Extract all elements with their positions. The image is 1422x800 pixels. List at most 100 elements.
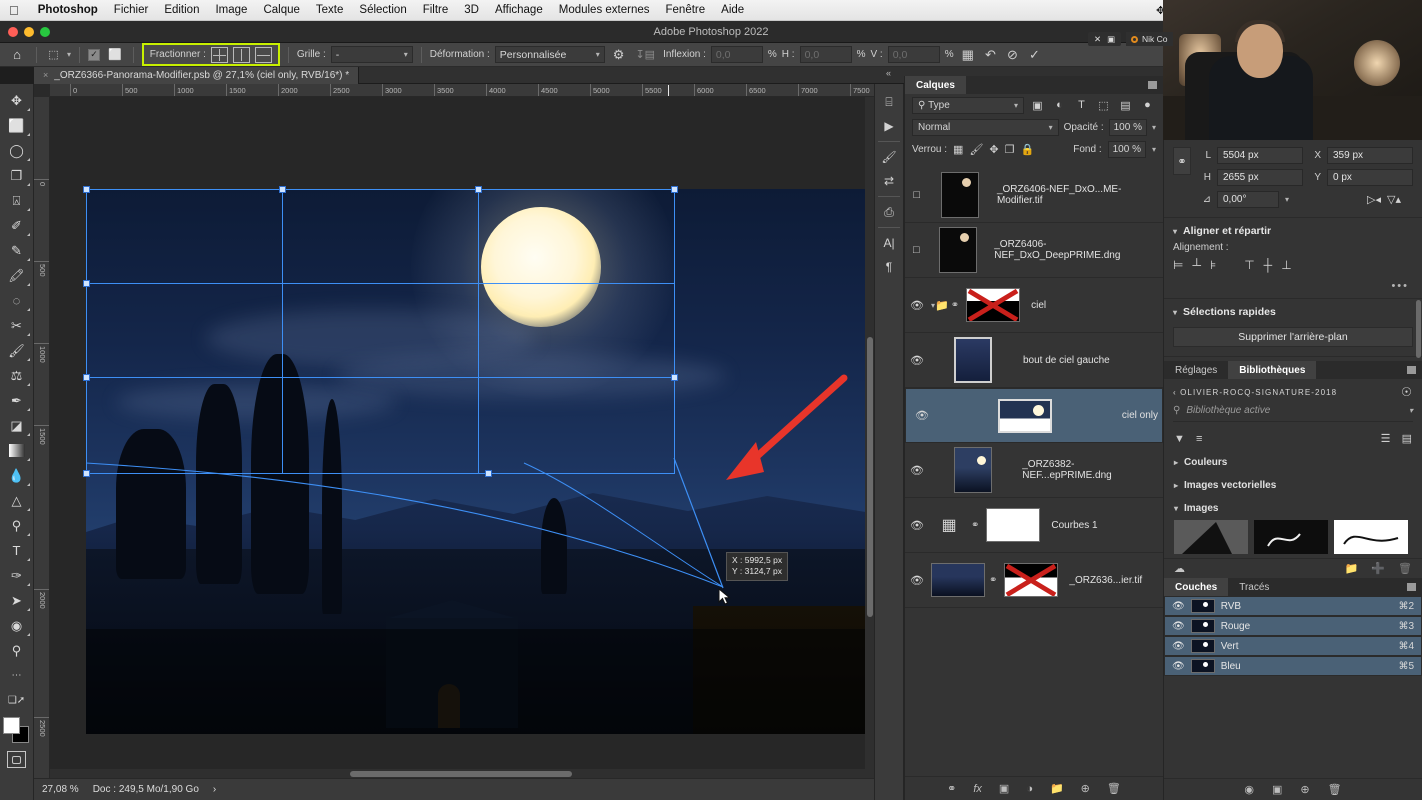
brush-settings-icon[interactable]: 🖌	[876, 145, 902, 169]
panel-menu-icon[interactable]	[1407, 583, 1416, 591]
bend-input[interactable]: 0,0	[710, 46, 763, 63]
layer-thumbnail[interactable]	[928, 172, 991, 218]
table-row[interactable]: 👁 ciel only	[905, 388, 1163, 443]
width-input[interactable]: 5504 px	[1217, 147, 1303, 164]
layer-visibility-toggle[interactable]: 👁	[905, 464, 929, 477]
paragraph-panel-icon[interactable]: ¶	[876, 255, 902, 279]
crop-tool[interactable]: ⍓	[2, 188, 32, 213]
table-row[interactable]: 👁 RVB ⌘2	[1164, 596, 1422, 616]
save-selection-as-channel-icon[interactable]: ▣	[1272, 783, 1282, 796]
library-group-vector-images[interactable]: ▸ Images vectorielles	[1164, 474, 1422, 497]
align-center-h-icon[interactable]: ┴	[1192, 258, 1201, 272]
sponge-tool[interactable]: ⚲	[2, 513, 32, 538]
layer-visibility-toggle[interactable]: 👁	[905, 574, 929, 587]
menu-item-3d[interactable]: 3D	[456, 4, 487, 16]
reset-icon[interactable]: ↶	[982, 46, 999, 63]
plugin-badge[interactable]: Nik Co	[1126, 32, 1173, 46]
clone-stamp-tool[interactable]: ⚖	[2, 363, 32, 388]
grid-select[interactable]: - ▾	[330, 46, 413, 63]
tool-preset-icon[interactable]: ⬚	[45, 46, 62, 63]
view-list-icon[interactable]: ☰	[1381, 433, 1391, 445]
account-icon[interactable]: ☉	[1401, 385, 1413, 399]
warp-v-input[interactable]: 0,0	[887, 46, 940, 63]
clone-source-panel-icon[interactable]: ⎙	[876, 200, 902, 224]
home-icon[interactable]: ⌂	[6, 47, 28, 62]
link-icon[interactable]: ⚭	[969, 520, 981, 531]
layer-filter-select[interactable]: ⚲ Type ▾	[912, 96, 1024, 114]
blend-mode-select[interactable]: Normal ▾	[912, 118, 1059, 136]
link-icon[interactable]: ⚭	[987, 575, 999, 586]
healing-brush-tool[interactable]: ✎	[2, 238, 32, 263]
chevron-down-icon[interactable]: ▾	[1152, 123, 1156, 132]
patch-tool[interactable]: ◌	[2, 288, 32, 313]
minimize-window-button[interactable]	[24, 26, 34, 37]
lasso-tool[interactable]: ◯	[2, 138, 32, 163]
close-icon[interactable]: ×	[43, 70, 48, 80]
add-layer-mask-icon[interactable]: ▣	[999, 782, 1009, 795]
tab-couches[interactable]: Couches	[1164, 578, 1229, 596]
more-tools-icon[interactable]: ⋯	[2, 663, 32, 688]
filter-funnel-icon[interactable]: ▼	[1174, 433, 1185, 445]
menu-item-modules-externes[interactable]: Modules externes	[551, 4, 658, 16]
vertical-scrollbar[interactable]	[865, 97, 874, 769]
chevron-down-icon[interactable]: ▾	[1409, 406, 1413, 415]
brush-heal-tool[interactable]: 🖍	[2, 263, 32, 288]
align-left-icon[interactable]: ⊨	[1173, 258, 1183, 272]
eyedropper-tool[interactable]: ✐	[2, 213, 32, 238]
remove-background-button[interactable]: Supprimer l'arrière-plan	[1173, 327, 1413, 347]
edit-toolbar-icon[interactable]: ❑➚	[2, 688, 32, 713]
warp-grid-toggle-icon[interactable]: ⬜	[105, 46, 125, 63]
layer-visibility-toggle[interactable]: 👁	[905, 354, 929, 367]
content-aware-move-tool[interactable]: ✂	[2, 313, 32, 338]
lock-transparency-icon[interactable]: ▦	[953, 143, 963, 156]
lock-image-icon[interactable]: 🖌	[969, 143, 983, 156]
scrollbar-thumb[interactable]	[867, 337, 873, 617]
x-input[interactable]: 359 px	[1327, 147, 1413, 164]
menu-item-image[interactable]: Image	[207, 4, 255, 16]
link-layers-icon[interactable]: ⚭	[947, 782, 956, 795]
eraser-tool[interactable]: ◪	[2, 413, 32, 438]
filter-adjustment-icon[interactable]: ◐	[1051, 97, 1068, 114]
actions-play-icon[interactable]: ▶	[876, 114, 902, 138]
table-row[interactable]: 👁 ▾ 📁 ⚭ ciel	[905, 278, 1163, 333]
maximize-window-button[interactable]	[40, 26, 50, 37]
channel-visibility-toggle[interactable]: 👁	[1172, 601, 1185, 612]
window-traffic-lights[interactable]	[8, 26, 50, 37]
menu-item-affichage[interactable]: Affichage	[487, 4, 551, 16]
gradient-tool[interactable]	[2, 438, 32, 463]
cloud-sync-icon[interactable]: ☁	[1174, 562, 1185, 575]
menu-item-filtre[interactable]: Filtre	[415, 4, 457, 16]
sort-icon[interactable]: ≡	[1188, 433, 1202, 445]
table-row[interactable]: 👁 Bleu ⌘5	[1164, 656, 1422, 676]
lock-position-icon[interactable]: ✥	[989, 143, 998, 156]
lock-nesting-icon[interactable]: ❐	[1005, 143, 1015, 156]
collapse-panels-icon[interactable]: «	[886, 68, 891, 78]
status-expand-icon[interactable]: ›	[213, 784, 216, 795]
type-tool[interactable]: T	[2, 538, 32, 563]
filter-type-icon[interactable]: T	[1073, 97, 1090, 114]
new-layer-icon[interactable]: ⊕	[1081, 782, 1090, 795]
layer-thumbnail[interactable]	[929, 447, 1016, 493]
vertical-ruler[interactable]: 0 500 1000 1500 2000 2500	[34, 97, 50, 778]
table-row[interactable]: 👁 bout de ciel gauche	[905, 333, 1163, 388]
delete-icon[interactable]: 🗑	[1388, 563, 1412, 575]
history-brush-tool[interactable]: ✒	[2, 388, 32, 413]
filter-smart-object-icon[interactable]: ▤	[1117, 97, 1134, 114]
chevron-down-icon[interactable]: ▾	[1285, 195, 1289, 204]
layer-name[interactable]: bout de ciel gauche	[1017, 355, 1110, 366]
overlay-window-controls[interactable]: ✕ ▣	[1088, 32, 1122, 46]
channel-visibility-toggle[interactable]: 👁	[1172, 661, 1185, 672]
tab-bibliotheques[interactable]: Bibliothèques	[1228, 361, 1317, 379]
library-back-and-name[interactable]: ‹ OLIVIER-ROCQ-SIGNATURE-2018	[1173, 388, 1337, 397]
align-section-title[interactable]: ▾ Aligner et répartir	[1164, 218, 1422, 242]
warp-split-icon[interactable]: ↧▤	[632, 46, 658, 63]
channel-visibility-toggle[interactable]: 👁	[1172, 621, 1185, 632]
flip-vertical-icon[interactable]: ▽▴	[1387, 193, 1413, 206]
align-bottom-icon[interactable]: ⊥	[1281, 258, 1291, 272]
table-row[interactable]: 👁 _ORZ6382-NEF...epPRIME.dng	[905, 443, 1163, 498]
layer-thumbnail[interactable]	[929, 337, 1017, 383]
warp-mesh-icon[interactable]: ▦	[959, 46, 977, 63]
link-icon[interactable]: ⚭	[949, 300, 961, 311]
table-row[interactable]: □ _ORZ6406-NEF_DxO_DeepPRIME.dng	[905, 223, 1163, 278]
table-row[interactable]: 👁 Vert ⌘4	[1164, 636, 1422, 656]
